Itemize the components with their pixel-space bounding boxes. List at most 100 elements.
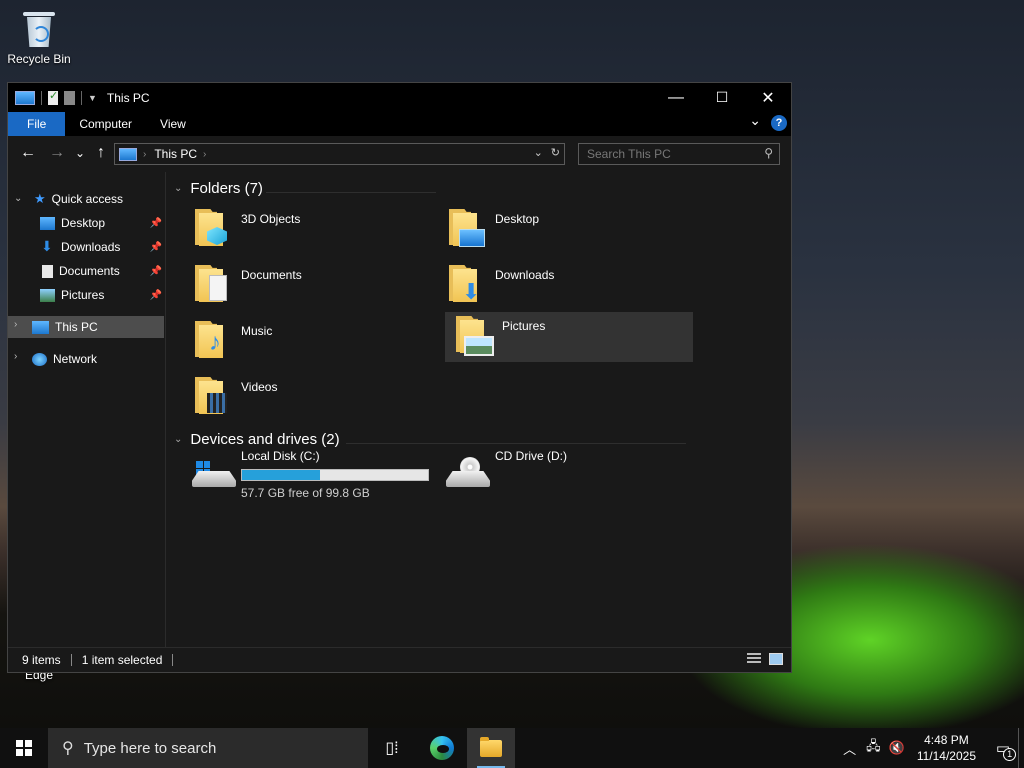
folder-icon: [195, 209, 227, 246]
disk-usage-fill: [242, 470, 321, 480]
volume-muted-icon[interactable]: 🔇: [889, 740, 905, 756]
ribbon: File Computer View ⌄ ?: [8, 112, 791, 136]
folder-pictures[interactable]: Pictures: [445, 312, 693, 362]
window-title: This PC: [106, 90, 150, 105]
drive-cd-d[interactable]: CD Drive (D:): [438, 449, 686, 509]
refresh-icon[interactable]: ↻: [551, 146, 560, 159]
folder-desktop[interactable]: Desktop: [438, 205, 686, 255]
taskbar-search-box[interactable]: ⚲ Type here to search: [48, 728, 368, 768]
clock-date: 11/14/2025: [916, 749, 976, 763]
folder-icon: ♪: [195, 321, 227, 358]
properties-icon[interactable]: [48, 89, 58, 105]
document-page-icon: [209, 275, 227, 301]
folder-icon: [195, 377, 227, 414]
forward-button[interactable]: →: [47, 142, 67, 164]
clock-time: 4:48 PM: [924, 733, 969, 747]
desktop-icon: [40, 216, 55, 230]
drive-name: CD Drive (D:): [495, 449, 567, 463]
file-explorer-icon: [480, 736, 502, 757]
folder-3d-objects[interactable]: 3D Objects: [184, 205, 432, 255]
drives-group-header[interactable]: ⌄ Devices and drives (2): [174, 431, 340, 448]
search-placeholder: Search This PC: [587, 147, 671, 161]
drive-local-disk-c[interactable]: Local Disk (C:) 57.7 GB free of 99.8 GB: [184, 449, 432, 509]
search-icon: ⚲: [62, 740, 74, 757]
pin-icon: 📌: [149, 289, 162, 301]
sidebar-item-downloads[interactable]: Downloads 📌: [40, 236, 164, 258]
action-center-button[interactable]: ▭ 1: [988, 728, 1018, 768]
tab-computer[interactable]: Computer: [65, 112, 146, 136]
folder-videos[interactable]: Videos: [184, 373, 432, 423]
download-arrow-icon: ⬇: [462, 279, 481, 304]
recycle-bin-label: Recycle Bin: [7, 52, 71, 66]
folder-music[interactable]: ♪ Music: [184, 317, 432, 367]
breadcrumb-separator[interactable]: ›: [143, 149, 146, 160]
details-view-icon[interactable]: [747, 653, 761, 665]
folder-downloads[interactable]: ⬇ Downloads: [438, 261, 686, 311]
help-icon[interactable]: ?: [771, 115, 787, 131]
sidebar-item-pictures[interactable]: Pictures 📌: [40, 284, 164, 306]
breadcrumb-this-pc[interactable]: This PC: [154, 147, 197, 161]
documents-icon: [42, 264, 53, 278]
show-hidden-icons-chevron-icon[interactable]: ︿: [843, 739, 856, 758]
chevron-down-icon[interactable]: ⌄: [174, 183, 182, 194]
chevron-down-icon[interactable]: ⌄: [14, 193, 22, 204]
edge-taskbar-button[interactable]: [418, 728, 466, 768]
network-status-icon[interactable]: 🖧: [866, 737, 881, 759]
hard-drive-windows-icon: [192, 461, 236, 489]
sidebar-item-documents[interactable]: Documents 📌: [40, 260, 164, 282]
folder-icon: ⬇: [449, 265, 481, 304]
pin-icon: 📌: [149, 265, 162, 277]
pictures-icon: [40, 288, 55, 302]
tab-file[interactable]: File: [8, 112, 66, 136]
minimize-button[interactable]: —: [653, 83, 699, 112]
back-button[interactable]: ←: [18, 142, 38, 164]
start-button[interactable]: [0, 728, 48, 768]
search-input[interactable]: Search This PC ⚲: [578, 143, 780, 165]
show-desktop-button[interactable]: [1018, 728, 1024, 768]
navigation-pane: ⌄ ★ Quick access Desktop 📌 Downloads 📌 D…: [8, 172, 166, 650]
address-bar[interactable]: › This PC › ⌄ ↻: [114, 143, 565, 165]
tab-view[interactable]: View: [146, 112, 200, 136]
folder-icon: [456, 316, 494, 356]
recent-locations-button[interactable]: ⌄: [70, 142, 90, 164]
sidebar-item-this-pc[interactable]: › This PC: [8, 316, 164, 338]
search-icon: ⚲: [764, 146, 773, 160]
chevron-right-icon[interactable]: ›: [14, 319, 17, 330]
expand-ribbon-chevron-icon[interactable]: ⌄: [749, 112, 761, 129]
folders-group-header[interactable]: ⌄ Folders (7): [174, 180, 263, 197]
chevron-right-icon[interactable]: ›: [14, 351, 17, 362]
content-pane: ⌄ Folders (7) 3D Objects Desktop Documen…: [166, 172, 791, 650]
task-view-button[interactable]: ▯⁞: [368, 728, 416, 768]
system-tray: ︿ 🖧 🔇 4:48 PM 11/14/2025 ▭ 1: [843, 728, 1024, 768]
customize-toolbar-chevron-icon[interactable]: ▼: [88, 93, 97, 103]
up-button[interactable]: ↑: [91, 142, 111, 164]
drive-free-space: 57.7 GB free of 99.8 GB: [241, 486, 370, 500]
desktop-monitor-icon: [459, 229, 485, 247]
pin-icon: 📌: [149, 217, 162, 229]
breadcrumb-separator[interactable]: ›: [203, 149, 206, 160]
selection-count: 1 item selected: [81, 653, 163, 667]
title-bar[interactable]: ▼ This PC — ☐ ✕: [8, 83, 791, 112]
this-pc-icon: [32, 320, 49, 334]
folder-documents[interactable]: Documents: [184, 261, 432, 311]
windows-logo-icon: [16, 740, 32, 756]
quick-access-toolbar: ▼: [8, 89, 97, 105]
taskbar-search-placeholder: Type here to search: [83, 739, 217, 757]
file-explorer-taskbar-button[interactable]: [467, 728, 515, 768]
sidebar-item-quick-access[interactable]: ★ Quick access: [34, 188, 123, 210]
close-button[interactable]: ✕: [745, 83, 791, 112]
sidebar-item-network[interactable]: › Network: [8, 348, 97, 370]
clock[interactable]: 4:48 PM 11/14/2025: [917, 732, 976, 764]
file-explorer-window: ▼ This PC — ☐ ✕ File Computer View ⌄ ? ←…: [7, 82, 792, 673]
address-dropdown-icon[interactable]: ⌄: [534, 146, 543, 159]
recycle-bin-shortcut[interactable]: Recycle Bin: [4, 8, 74, 66]
sidebar-item-desktop[interactable]: Desktop 📌: [40, 212, 164, 234]
new-folder-icon[interactable]: [64, 90, 75, 105]
maximize-button[interactable]: ☐: [699, 83, 745, 112]
chevron-down-icon[interactable]: ⌄: [174, 434, 182, 445]
downloads-icon: [40, 238, 55, 255]
large-icons-view-icon[interactable]: [769, 653, 783, 665]
cd-drive-icon: [446, 457, 490, 489]
task-view-icon: ▯⁞: [385, 740, 399, 757]
drive-name: Local Disk (C:): [241, 449, 320, 463]
